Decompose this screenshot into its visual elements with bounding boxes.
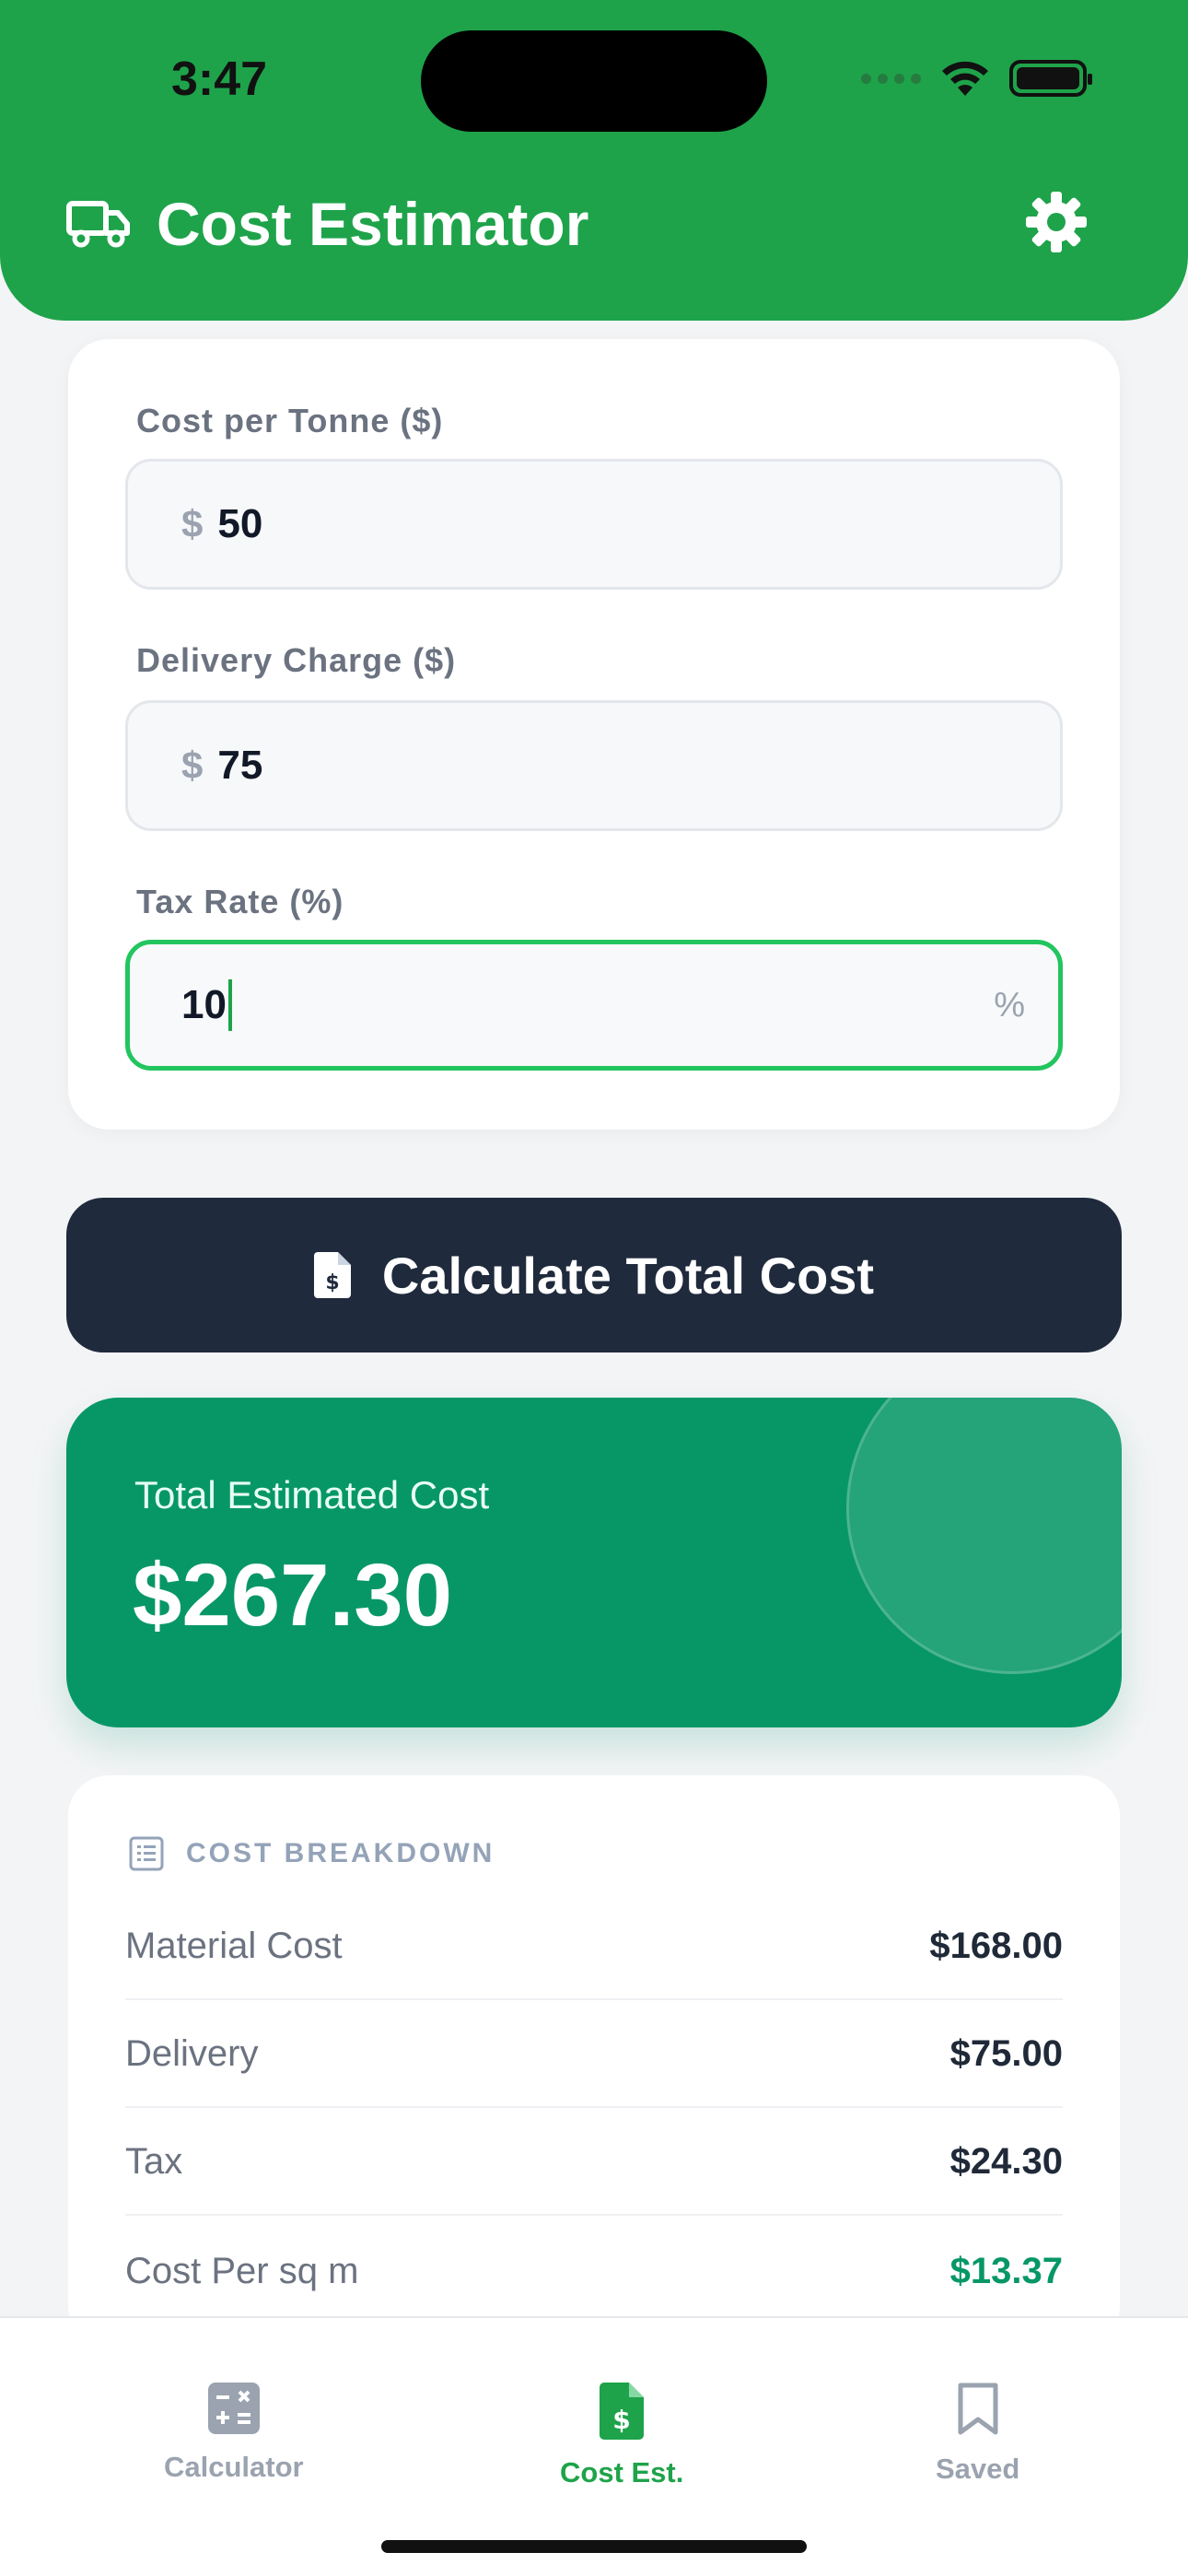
status-icons xyxy=(861,59,1092,98)
breakdown-header: COST BREAKDOWN xyxy=(129,1836,495,1871)
tax-rate-label: Tax Rate (%) xyxy=(136,883,344,920)
delivery-charge-input[interactable]: $ 75 xyxy=(125,700,1063,831)
percent-suffix: % xyxy=(994,985,1025,1025)
cost-per-tonne-value: 50 xyxy=(217,501,263,546)
tax-rate-value: 10 xyxy=(181,982,227,1027)
bottom-tab-bar: Calculator $ Cost Est. Saved xyxy=(0,2316,1188,2576)
breakdown-row-value: $168.00 xyxy=(929,1925,1063,1966)
gear-icon[interactable] xyxy=(1026,192,1087,252)
truck-icon xyxy=(66,201,130,248)
cost-per-tonne-input[interactable]: $ 50 xyxy=(125,459,1063,590)
breakdown-row-value: $75.00 xyxy=(949,2032,1063,2074)
calculator-icon xyxy=(207,2383,260,2434)
input-form-card: Cost per Tonne ($) $ 50 Delivery Charge … xyxy=(68,339,1120,1130)
list-icon xyxy=(129,1836,164,1871)
tab-calculator[interactable]: Calculator xyxy=(164,2383,304,2484)
home-indicator[interactable] xyxy=(381,2540,807,2553)
currency-prefix: $ xyxy=(181,502,204,545)
total-cost-card: Total Estimated Cost $267.30 xyxy=(66,1398,1122,1727)
text-caret xyxy=(227,979,232,1031)
cost-breakdown-card: COST BREAKDOWN Material Cost $168.00 Del… xyxy=(68,1775,1120,2347)
tab-label: Calculator xyxy=(164,2451,304,2483)
breakdown-row-label: Tax xyxy=(125,2140,183,2182)
decorative-circle xyxy=(846,1398,1122,1674)
breakdown-title: COST BREAKDOWN xyxy=(186,1838,495,1868)
delivery-charge-value: 75 xyxy=(217,743,263,788)
wifi-icon xyxy=(942,61,988,96)
calculate-button-label: Calculate Total Cost xyxy=(381,1246,875,1305)
breakdown-row-value: $13.37 xyxy=(949,2250,1063,2291)
invoice-dollar-icon: $ xyxy=(600,2383,645,2440)
tab-saved[interactable]: Saved xyxy=(936,2383,1019,2486)
svg-text:$: $ xyxy=(612,2405,630,2435)
status-time: 3:47 xyxy=(171,53,268,106)
app-header: 3:47 Cost Estimator xyxy=(0,0,1188,321)
invoice-dollar-icon: $ xyxy=(313,1252,351,1298)
cost-per-tonne-label: Cost per Tonne ($) xyxy=(136,402,444,439)
signal-icon xyxy=(861,73,921,84)
total-cost-value: $267.30 xyxy=(133,1546,453,1645)
tab-cost-estimator[interactable]: $ Cost Est. xyxy=(560,2383,683,2489)
header-title-group: Cost Estimator xyxy=(66,189,588,259)
currency-prefix: $ xyxy=(181,744,204,787)
calculate-total-cost-button[interactable]: $ Calculate Total Cost xyxy=(66,1198,1122,1352)
breakdown-row: Cost Per sq m $13.37 xyxy=(125,2218,1063,2324)
delivery-charge-label: Delivery Charge ($) xyxy=(136,641,457,679)
bookmark-icon xyxy=(958,2383,998,2435)
breakdown-row-label: Delivery xyxy=(125,2032,259,2074)
breakdown-row: Delivery $75.00 xyxy=(125,2001,1063,2108)
battery-icon xyxy=(1009,60,1092,97)
breakdown-row-label: Cost Per sq m xyxy=(125,2250,359,2291)
dynamic-island xyxy=(421,30,767,132)
breakdown-row: Tax $24.30 xyxy=(125,2109,1063,2216)
tab-label: Cost Est. xyxy=(560,2456,684,2488)
svg-text:$: $ xyxy=(325,1271,339,1294)
total-cost-label: Total Estimated Cost xyxy=(134,1473,490,1516)
tax-rate-input[interactable]: 10 % xyxy=(125,940,1063,1071)
tab-label: Saved xyxy=(936,2453,1020,2485)
page-title: Cost Estimator xyxy=(157,190,589,258)
breakdown-row-label: Material Cost xyxy=(125,1925,343,1966)
breakdown-row-value: $24.30 xyxy=(949,2140,1063,2182)
breakdown-row: Material Cost $168.00 xyxy=(125,1893,1063,2000)
